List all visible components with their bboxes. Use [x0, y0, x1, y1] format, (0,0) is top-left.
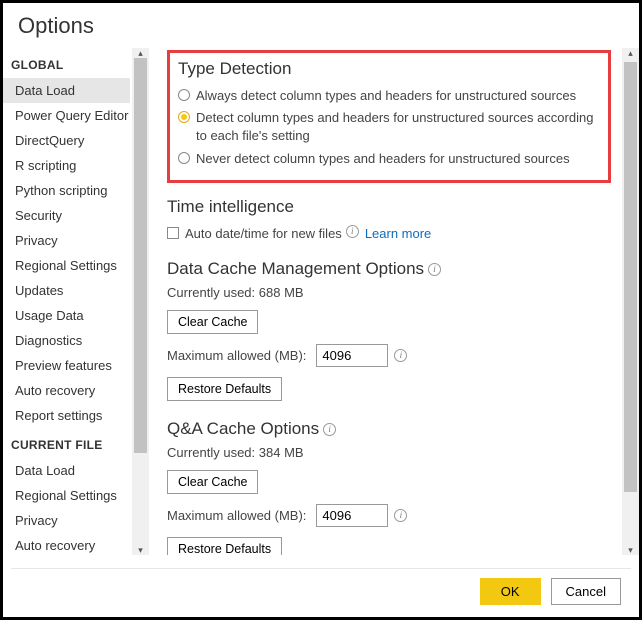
qa-cache-max-label: Maximum allowed (MB): — [167, 508, 306, 523]
section-header-current-file: CURRENT FILE — [3, 428, 149, 458]
section-header-global: GLOBAL — [3, 48, 149, 78]
footer-separator — [11, 568, 631, 569]
auto-date-time-checkbox[interactable]: Auto date/time for new files i Learn mor… — [167, 223, 611, 245]
info-icon[interactable]: i — [394, 349, 407, 362]
data-cache-max-label: Maximum allowed (MB): — [167, 348, 306, 363]
checkbox-label: Auto date/time for new files — [185, 225, 342, 243]
qa-cache-currently-used: Currently used: 384 MB — [167, 445, 611, 460]
data-cache-max-input[interactable] — [316, 344, 388, 367]
sidebar-item-directquery[interactable]: DirectQuery — [3, 128, 130, 153]
main-panel: Type Detection Always detect column type… — [149, 48, 639, 555]
main-scrollbar[interactable]: ▴ ▾ — [622, 48, 639, 555]
data-cache-currently-used: Currently used: 688 MB — [167, 285, 611, 300]
info-icon[interactable]: i — [394, 509, 407, 522]
sidebar-item-privacy[interactable]: Privacy — [3, 228, 130, 253]
sidebar-item-cf-auto-recovery[interactable]: Auto recovery — [3, 533, 130, 555]
checkbox-icon — [167, 227, 179, 239]
sidebar-item-preview-features[interactable]: Preview features — [3, 353, 130, 378]
sidebar-scrollbar-thumb[interactable] — [134, 58, 147, 453]
sidebar-item-data-load[interactable]: Data Load — [3, 78, 130, 103]
info-icon[interactable]: i — [323, 423, 336, 436]
content-area: GLOBAL Data Load Power Query Editor Dire… — [3, 47, 639, 555]
qa-cache-title: Q&A Cache Optionsi — [167, 419, 611, 439]
sidebar-item-usage-data[interactable]: Usage Data — [3, 303, 130, 328]
sidebar-item-cf-privacy[interactable]: Privacy — [3, 508, 130, 533]
radio-icon — [178, 111, 190, 123]
data-cache-title: Data Cache Management Optionsi — [167, 259, 611, 279]
scroll-down-icon[interactable]: ▾ — [622, 544, 639, 555]
cancel-button[interactable]: Cancel — [551, 578, 621, 605]
qa-cache-section: Q&A Cache Optionsi Currently used: 384 M… — [167, 419, 611, 555]
sidebar-item-cf-regional-settings[interactable]: Regional Settings — [3, 483, 130, 508]
sidebar-item-python-scripting[interactable]: Python scripting — [3, 178, 130, 203]
sidebar-item-regional-settings[interactable]: Regional Settings — [3, 253, 130, 278]
scroll-down-icon[interactable]: ▾ — [132, 544, 149, 555]
main-scrollbar-thumb[interactable] — [624, 62, 637, 492]
sidebar-item-power-query-editor[interactable]: Power Query Editor — [3, 103, 130, 128]
sidebar-item-cf-data-load[interactable]: Data Load — [3, 458, 130, 483]
radio-label: Always detect column types and headers f… — [196, 87, 576, 105]
clear-qa-cache-button[interactable]: Clear Cache — [167, 470, 258, 494]
type-detection-option-never[interactable]: Never detect column types and headers fo… — [178, 148, 600, 170]
ok-button[interactable]: OK — [480, 578, 541, 605]
dialog-footer: OK Cancel — [480, 578, 621, 605]
restore-data-cache-defaults-button[interactable]: Restore Defaults — [167, 377, 282, 401]
sidebar-item-security[interactable]: Security — [3, 203, 130, 228]
clear-data-cache-button[interactable]: Clear Cache — [167, 310, 258, 334]
radio-label: Detect column types and headers for unst… — [196, 109, 600, 145]
restore-qa-cache-defaults-button[interactable]: Restore Defaults — [167, 537, 282, 555]
info-icon[interactable]: i — [428, 263, 441, 276]
time-intelligence-title: Time intelligence — [167, 197, 611, 217]
learn-more-link[interactable]: Learn more — [365, 225, 431, 243]
sidebar-scrollbar[interactable]: ▴ ▾ — [132, 48, 149, 555]
sidebar-item-diagnostics[interactable]: Diagnostics — [3, 328, 130, 353]
sidebar: GLOBAL Data Load Power Query Editor Dire… — [3, 48, 149, 555]
radio-label: Never detect column types and headers fo… — [196, 150, 570, 168]
qa-cache-max-input[interactable] — [316, 504, 388, 527]
radio-icon — [178, 152, 190, 164]
time-intelligence-section: Time intelligence Auto date/time for new… — [167, 197, 611, 245]
sidebar-item-updates[interactable]: Updates — [3, 278, 130, 303]
sidebar-item-report-settings[interactable]: Report settings — [3, 403, 130, 428]
type-detection-highlight: Type Detection Always detect column type… — [167, 50, 611, 183]
type-detection-option-always[interactable]: Always detect column types and headers f… — [178, 85, 600, 107]
type-detection-option-each-file[interactable]: Detect column types and headers for unst… — [178, 107, 600, 147]
type-detection-title: Type Detection — [178, 59, 600, 79]
sidebar-item-r-scripting[interactable]: R scripting — [3, 153, 130, 178]
info-icon[interactable]: i — [346, 225, 359, 238]
data-cache-section: Data Cache Management Optionsi Currently… — [167, 259, 611, 405]
scroll-up-icon[interactable]: ▴ — [622, 48, 639, 59]
sidebar-item-auto-recovery[interactable]: Auto recovery — [3, 378, 130, 403]
radio-icon — [178, 89, 190, 101]
dialog-title: Options — [3, 3, 639, 47]
